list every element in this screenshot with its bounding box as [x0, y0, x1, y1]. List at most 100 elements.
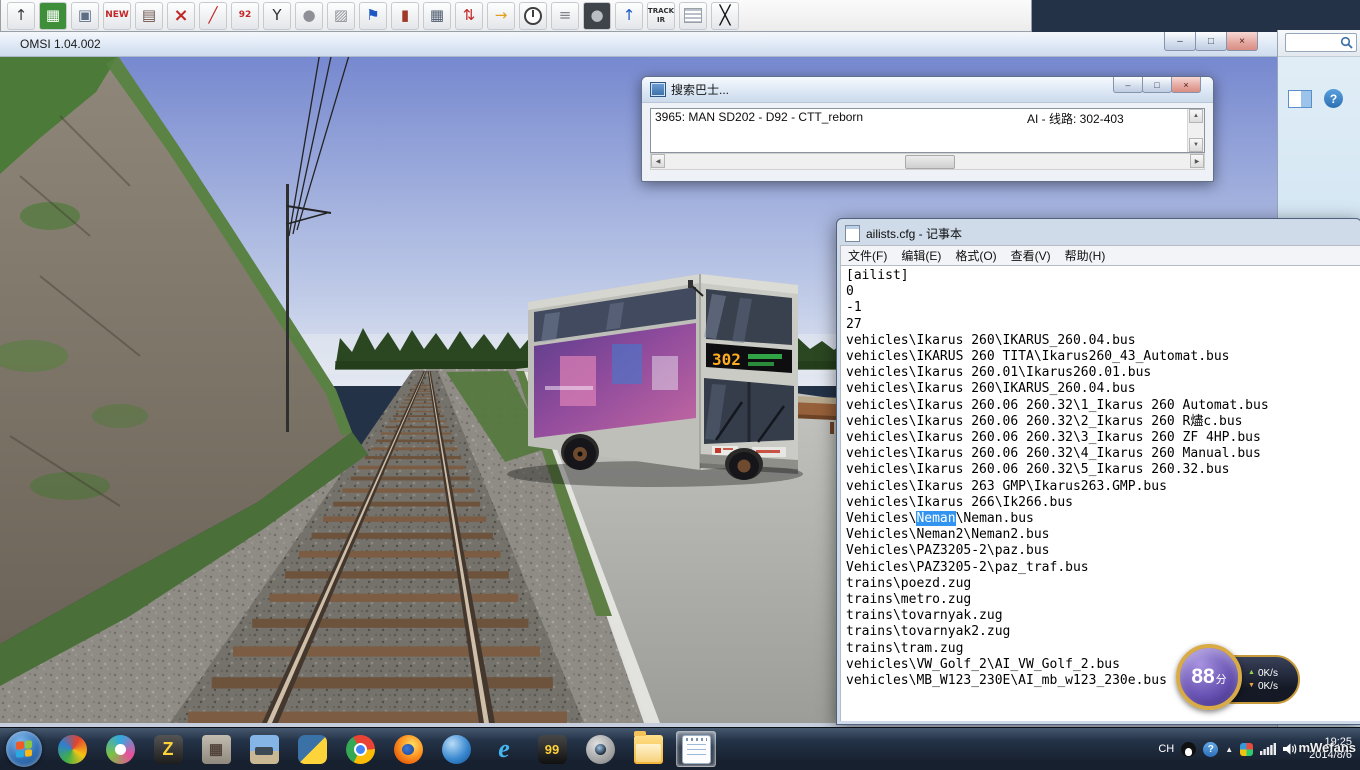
- clock-icon[interactable]: [519, 2, 547, 30]
- crossing-icon[interactable]: →: [487, 2, 515, 30]
- omsi-window-titlebar[interactable]: OMSI 1.04.002 – □ ×: [0, 32, 1277, 57]
- notepad-line: trains\tovarnyak2.zug: [846, 624, 1360, 640]
- sign-icon[interactable]: ●: [583, 2, 611, 30]
- taskbar-python[interactable]: [292, 731, 332, 767]
- taskbar: Z ▦ e99 CH ? ▲ 19:25: [0, 727, 1360, 770]
- search-box[interactable]: [1285, 33, 1357, 52]
- tray-expand-icon[interactable]: ▲: [1225, 745, 1233, 754]
- scrollbar-thumb[interactable]: [905, 155, 955, 169]
- timetable-icon[interactable]: ▦: [423, 2, 451, 30]
- new-map-icon[interactable]: NEW: [103, 2, 131, 30]
- clock[interactable]: 19:25 2014/8/6: [1309, 736, 1352, 762]
- notepad-line: Vehicles\PAZ3205-2\paz.bus: [846, 543, 1360, 559]
- cam-editor-icon[interactable]: [679, 2, 707, 30]
- maximize-button[interactable]: □: [1142, 77, 1172, 93]
- taskbar-browser-360[interactable]: [52, 731, 92, 767]
- toolbar-icons: ↑▦▣NEW▤×╱92Y●▨⚑▮▦⇅→≡●↑TRACK IR╳: [7, 2, 739, 30]
- taskbar-browser-world[interactable]: [100, 731, 140, 767]
- delete-track-icon[interactable]: ×: [167, 2, 195, 30]
- qq-icon[interactable]: [1181, 742, 1196, 757]
- close-button[interactable]: ×: [1171, 77, 1201, 93]
- taskbar-camera-app[interactable]: [580, 731, 620, 767]
- bus-list-item[interactable]: 3965: MAN SD202 - D92 - CTT_rebornAI - 线…: [651, 109, 1204, 128]
- notepad-line: vehicles\Ikarus 266\Ik266.bus: [846, 495, 1360, 511]
- scroll-right-icon[interactable]: ▶: [1190, 154, 1204, 168]
- score-ball[interactable]: 88 分: [1176, 644, 1242, 710]
- menu-format[interactable]: 格式(O): [948, 245, 1003, 266]
- dialog-icon: [650, 82, 666, 97]
- volume-icon[interactable]: [1283, 743, 1298, 755]
- scroll-left-icon[interactable]: ◀: [651, 154, 665, 168]
- elevation-icon[interactable]: ↑: [615, 2, 643, 30]
- maximize-button[interactable]: □: [1195, 32, 1227, 51]
- browser-world-icon: [106, 735, 135, 764]
- search-dialog-title: 搜索巴士...: [671, 81, 729, 98]
- junction-icon[interactable]: Y: [263, 2, 291, 30]
- object-icon[interactable]: ●: [295, 2, 323, 30]
- notepad-menubar: 文件(F)编辑(E)格式(O)查看(V)帮助(H): [840, 245, 1360, 266]
- cube-icon[interactable]: ▨: [327, 2, 355, 30]
- vertical-scrollbar[interactable]: ▲ ▼: [1187, 109, 1204, 152]
- notepad-titlebar[interactable]: ailists.cfg - 记事本: [840, 221, 1360, 245]
- menu-file[interactable]: 文件(F): [841, 245, 894, 266]
- help-button[interactable]: ?: [1324, 89, 1343, 108]
- flag-icon[interactable]: ⚑: [359, 2, 387, 30]
- taskbar-notepad[interactable]: [676, 731, 716, 767]
- taskbar-firefox[interactable]: [388, 731, 428, 767]
- taskbar-blue-sphere-app[interactable]: [436, 731, 476, 767]
- search-bus-dialog[interactable]: 搜索巴士... – □ × 3965: MAN SD202 - D92 - CT…: [641, 76, 1214, 182]
- camera-app-icon: [586, 735, 615, 764]
- notepad-line: Vehicles\Neman2\Neman2.bus: [846, 527, 1360, 543]
- taskbar-chrome[interactable]: [340, 731, 380, 767]
- tram-icon[interactable]: ▤: [135, 2, 163, 30]
- preview-pane-icon[interactable]: [1288, 90, 1312, 108]
- spline-pen-icon[interactable]: ╱: [199, 2, 227, 30]
- omsi-window-title: OMSI 1.04.002: [20, 37, 101, 51]
- save-icon[interactable]: ▣: [71, 2, 99, 30]
- taskbar-file-explorer[interactable]: [628, 731, 668, 767]
- exit-icon[interactable]: ╳: [711, 2, 739, 30]
- z-app-icon: Z: [154, 735, 183, 764]
- taskbar-omsi-depot[interactable]: ▦: [196, 731, 236, 767]
- network-icon[interactable]: [1260, 743, 1276, 755]
- time: 19:25: [1309, 736, 1352, 749]
- selected-text: Neman: [916, 511, 955, 526]
- horizontal-scrollbar[interactable]: ◀ ▶: [650, 153, 1205, 170]
- menu-edit[interactable]: 编辑(E): [894, 245, 948, 266]
- scroll-down-icon[interactable]: ▼: [1189, 138, 1203, 152]
- fence-icon[interactable]: ≡: [551, 2, 579, 30]
- pan-arrow-icon[interactable]: ↑: [7, 2, 35, 30]
- notepad-line: vehicles\Ikarus 260.06 260.32\3_Ikarus 2…: [846, 430, 1360, 446]
- taskbar-app-99[interactable]: 99: [532, 731, 572, 767]
- notepad-line: trains\tovarnyak.zug: [846, 608, 1360, 624]
- minimize-button[interactable]: –: [1164, 32, 1196, 51]
- menu-help[interactable]: 帮助(H): [1058, 245, 1113, 266]
- notepad-line: vehicles\Ikarus 260\IKARUS_260.04.bus: [846, 333, 1360, 349]
- signal-icon[interactable]: ⇅: [455, 2, 483, 30]
- bus-stop-app-icon: [250, 735, 279, 764]
- trackir-icon[interactable]: TRACK IR: [647, 2, 675, 30]
- help-tray-icon[interactable]: ?: [1203, 742, 1218, 757]
- notepad-line: vehicles\Ikarus 260.06 260.32\2_Ikarus 2…: [846, 414, 1360, 430]
- notepad-title: ailists.cfg - 记事本: [866, 225, 962, 242]
- notepad-line: vehicles\IKARUS 260 TITA\Ikarus260_43_Au…: [846, 349, 1360, 365]
- notepad-line: vehicles\Ikarus 260\IKARUS_260.04.bus: [846, 381, 1360, 397]
- search-dialog-titlebar[interactable]: 搜索巴士... – □ ×: [642, 77, 1213, 103]
- taskbar-bus-stop-app[interactable]: [244, 731, 284, 767]
- close-button[interactable]: ×: [1226, 32, 1258, 51]
- height-92-icon[interactable]: 92: [231, 2, 259, 30]
- speed-ball-widget[interactable]: ▲ 0K/s ▼ 0K/s 88 分: [1176, 644, 1304, 716]
- scroll-up-icon[interactable]: ▲: [1189, 109, 1203, 123]
- firefox-icon: [394, 735, 423, 764]
- notepad-line: -1: [846, 300, 1360, 316]
- start-button[interactable]: [6, 731, 42, 767]
- taskbar-z-app[interactable]: Z: [148, 731, 188, 767]
- language-indicator[interactable]: CH: [1158, 743, 1174, 755]
- pinwheel-tray-icon[interactable]: [1240, 743, 1253, 756]
- minimize-button[interactable]: –: [1113, 77, 1143, 93]
- terrain-icon[interactable]: ▦: [39, 2, 67, 30]
- busstop-icon[interactable]: ▮: [391, 2, 419, 30]
- taskbar-internet-explorer[interactable]: e: [484, 731, 524, 767]
- bus-list[interactable]: 3965: MAN SD202 - D92 - CTT_rebornAI - 线…: [650, 108, 1205, 153]
- menu-view[interactable]: 查看(V): [1004, 245, 1058, 266]
